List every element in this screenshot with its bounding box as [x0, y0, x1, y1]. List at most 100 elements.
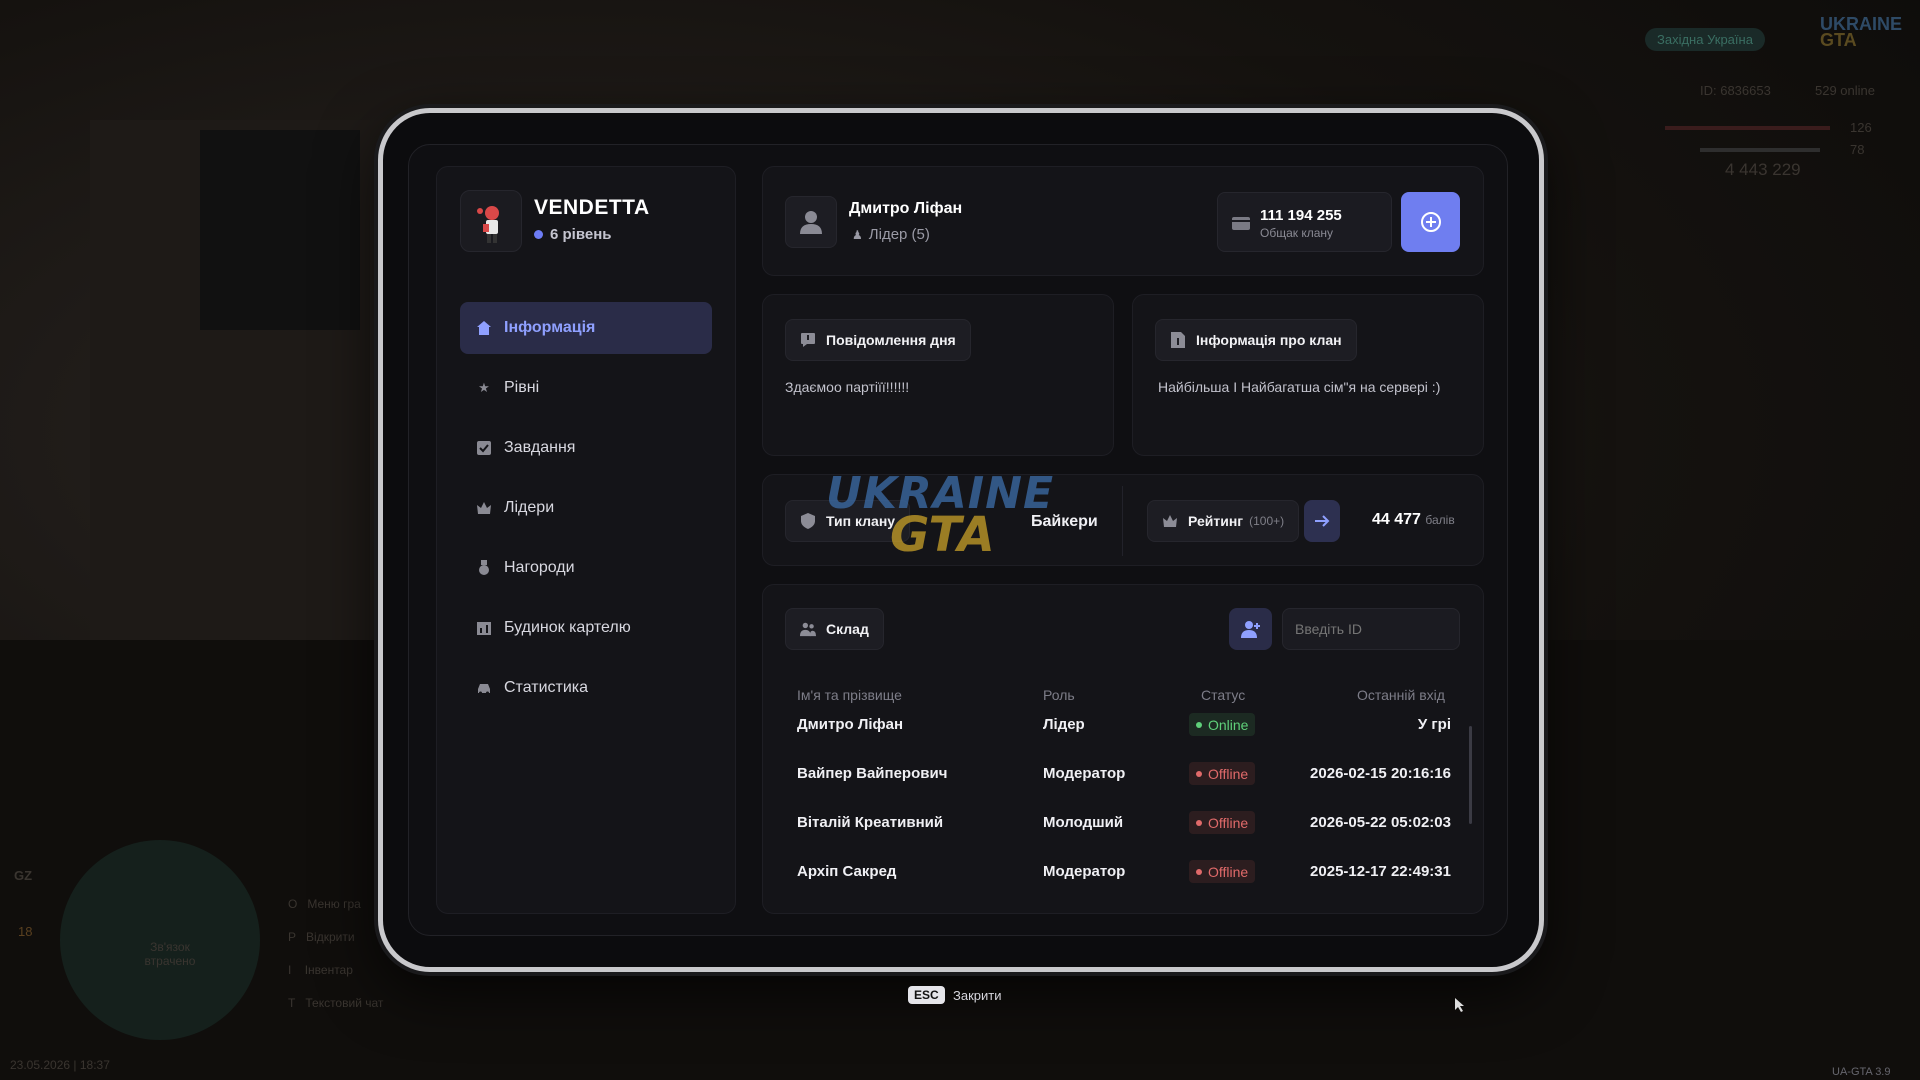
table-row[interactable]: Дмитро Ліфан Лідер Online У грі	[797, 710, 1451, 740]
status-badge: Offline	[1189, 860, 1256, 883]
users-icon	[800, 621, 816, 637]
status-badge: Offline	[1189, 811, 1256, 834]
clan-type-label: Тип клану	[785, 500, 911, 542]
clan-bank: 111 194 255 Общак клану	[1217, 192, 1392, 252]
clan-info-text: Найбільша І Найбагатша сім"я на сервері …	[1158, 379, 1441, 395]
star-icon: ★	[478, 380, 490, 395]
table-row[interactable]: Вайпер Вайперович Модератор Offline 2026…	[797, 759, 1451, 789]
clan-level-text: 6 рівень	[550, 226, 612, 243]
clan-type-value: Байкери	[1031, 513, 1098, 530]
user-role-text: Лідер (5)	[868, 226, 930, 243]
member-name: Вайпер Вайперович	[797, 765, 948, 782]
hud-money: 4 443 229	[1725, 160, 1801, 179]
rating-value: 44 477 балів	[1372, 511, 1455, 529]
status-dot-icon	[1196, 721, 1202, 728]
member-last-login: У грі	[1417, 716, 1451, 733]
user-icon	[800, 211, 822, 234]
member-last-login: 2026-05-22 05:02:03	[1310, 814, 1451, 831]
hud-id: ID: 6836653	[1700, 83, 1771, 98]
roster-scrollbar[interactable]	[1469, 726, 1472, 824]
hud-online: 529 online	[1815, 83, 1875, 98]
status-text: Offline	[1208, 765, 1249, 782]
header-role: Роль	[1043, 687, 1075, 703]
hud-health-value: 126	[1850, 120, 1872, 135]
wallet-icon	[1232, 215, 1250, 236]
member-name: Дмитро Ліфан	[797, 716, 904, 733]
mouse-cursor-icon	[1455, 998, 1465, 1017]
nav-item-statistics[interactable]: Статистика	[460, 662, 712, 714]
message-icon	[800, 332, 816, 348]
member-name: Віталій Креативний	[797, 814, 944, 831]
member-role: Модератор	[1043, 863, 1126, 880]
clan-info-title-text: Інформація про клан	[1196, 332, 1342, 348]
document-icon	[1170, 332, 1186, 348]
status-badge: Offline	[1189, 762, 1256, 785]
status-text: Offline	[1208, 814, 1249, 831]
rating-label-text: Рейтинг	[1188, 513, 1244, 529]
nav-item-label: Будинок картелю	[504, 619, 631, 636]
nav-item-levels[interactable]: ★ Рівні	[460, 362, 712, 414]
crown-icon	[476, 500, 492, 516]
table-row[interactable]: Архіп Сакред Модератор Offline 2025-12-1…	[797, 857, 1451, 887]
clan-type-label-text: Тип клану	[826, 513, 896, 529]
member-role: Молодший	[1043, 814, 1124, 831]
member-last-login: 2025-12-17 22:49:31	[1310, 863, 1451, 880]
user-avatar	[785, 196, 837, 248]
esc-key-hint[interactable]: ESC	[908, 986, 945, 1004]
hud-binds: O Меню гра P Відкрити I Інвентар T Текст…	[288, 897, 384, 1010]
building-icon	[476, 620, 492, 636]
car-icon	[476, 680, 492, 696]
crown-icon	[1162, 513, 1178, 529]
member-role: Лідер	[1043, 716, 1085, 733]
invite-button[interactable]	[1229, 608, 1272, 650]
role-icon: ♟	[852, 227, 863, 242]
nav-item-cartel-house[interactable]: Будинок картелю	[460, 602, 712, 654]
rating-arrow-button[interactable]	[1304, 500, 1340, 542]
user-name: Дмитро Ліфан	[849, 200, 963, 217]
clan-name: VENDETTA	[534, 196, 650, 219]
hud-armor-bar	[1700, 148, 1820, 152]
roster-title-text: Склад	[826, 621, 869, 637]
close-label[interactable]: Закрити	[953, 988, 1001, 1003]
rating-label: Рейтинг (100+)	[1147, 500, 1300, 542]
nav-item-leaders[interactable]: Лідери	[460, 482, 712, 534]
hud-zone-num: 18	[18, 924, 33, 939]
hud-version: UA-GTA 3.9	[1832, 1066, 1891, 1078]
clan-emblem-icon	[477, 206, 499, 243]
rating-unit: балів	[1425, 513, 1455, 527]
bank-value: 111 194 255	[1260, 207, 1342, 224]
status-text: Online	[1208, 716, 1249, 733]
nav-item-tasks[interactable]: Завдання	[460, 422, 712, 474]
motd-text: Здаємоо партіїї!!!!!!	[785, 379, 910, 395]
nav-item-rewards[interactable]: Нагороди	[460, 542, 712, 594]
arrow-right-icon	[1315, 515, 1330, 527]
hud-logo: UKRAINE GTA	[1820, 14, 1903, 50]
add-user-icon	[1240, 621, 1260, 638]
panel-divider	[1122, 486, 1123, 556]
home-icon	[476, 320, 492, 336]
status-dot-icon	[1196, 868, 1202, 875]
nav-item-label: Лідери	[504, 499, 555, 516]
member-id-input[interactable]	[1282, 608, 1460, 650]
medal-icon	[476, 560, 492, 576]
rating-value-number: 44 477	[1372, 511, 1421, 528]
rating-sub: (100+)	[1249, 514, 1285, 528]
sidebar-nav: Інформація ★ Рівні Завдання Лідери Нагор…	[460, 302, 712, 722]
nav-item-label: Завдання	[504, 439, 576, 456]
status-text: Offline	[1208, 863, 1249, 880]
hud-armor-value: 78	[1850, 142, 1865, 157]
status-badge: Online	[1189, 713, 1256, 736]
user-role: ♟ Лідер (5)	[852, 226, 930, 243]
hud-server-badge: Західна Україна	[1645, 28, 1765, 51]
bank-label: Общак клану	[1260, 226, 1334, 240]
clan-level: 6 рівень	[534, 226, 612, 243]
header-name: Ім'я та прізвище	[797, 687, 902, 703]
hud-voice-text: Зв'язок втрачено	[144, 940, 196, 968]
header-status: Статус	[1201, 687, 1246, 703]
table-row[interactable]: Віталій Креативний Молодший Offline 2026…	[797, 808, 1451, 838]
shield-icon	[800, 513, 816, 529]
nav-item-label: Нагороди	[504, 559, 575, 576]
deposit-button[interactable]	[1401, 192, 1460, 252]
nav-item-info[interactable]: Інформація	[460, 302, 712, 354]
checkbox-icon	[476, 440, 492, 456]
